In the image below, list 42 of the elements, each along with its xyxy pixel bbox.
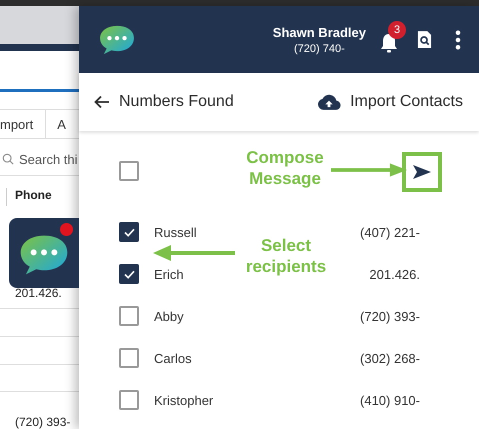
annotation-text: Compose Message <box>245 147 325 190</box>
annotation-text: Select recipients <box>244 235 328 278</box>
table-cell: (720) 393- <box>15 415 70 429</box>
chat-app-button[interactable] <box>9 218 79 288</box>
checkbox[interactable] <box>119 306 139 326</box>
table-cell: 201.426. <box>15 286 62 300</box>
cloud-upload-icon <box>317 94 342 110</box>
column-header: Phone <box>15 188 52 202</box>
contact-name: Carlos <box>154 350 192 366</box>
user-phone: (720) 740- <box>294 42 345 54</box>
chat-bubble-icon <box>18 233 70 277</box>
document-search-icon[interactable] <box>417 30 432 49</box>
checkbox[interactable] <box>119 264 139 284</box>
checkmark-icon <box>124 228 134 236</box>
search-icon <box>2 153 14 165</box>
checkbox[interactable] <box>119 348 139 368</box>
chat-bubble-logo <box>98 24 136 56</box>
contact-phone: (410) 910- <box>360 392 420 408</box>
checkbox[interactable] <box>119 222 139 242</box>
contact-name: Erich <box>154 266 184 282</box>
back-arrow-icon <box>94 95 110 109</box>
contact-phone: (302) 268- <box>360 350 420 366</box>
search-field[interactable]: Search thi <box>19 152 79 166</box>
contact-phone: 201.426. <box>369 266 420 282</box>
bell-icon[interactable] <box>379 32 399 54</box>
import-contacts-button[interactable]: Import Contacts <box>317 93 463 111</box>
tab[interactable]: A <box>46 110 78 138</box>
checkbox[interactable] <box>119 390 139 410</box>
checkmark-icon <box>124 270 134 278</box>
contact-name: Russell <box>154 224 197 240</box>
user-name: Shawn Bradley <box>272 24 366 40</box>
contact-name: Abby <box>154 308 184 324</box>
contact-name: Kristopher <box>154 392 214 408</box>
contact-phone: (720) 393- <box>360 308 420 324</box>
send-icon <box>412 164 432 180</box>
send-button[interactable] <box>402 152 442 192</box>
menu-icon[interactable] <box>455 30 461 50</box>
back-button[interactable]: Numbers Found <box>94 93 234 111</box>
tab[interactable]: mport <box>0 110 46 138</box>
notification-badge: 3 <box>388 20 406 38</box>
contact-phone: (407) 221- <box>360 224 420 240</box>
select-all-checkbox[interactable] <box>119 161 139 181</box>
